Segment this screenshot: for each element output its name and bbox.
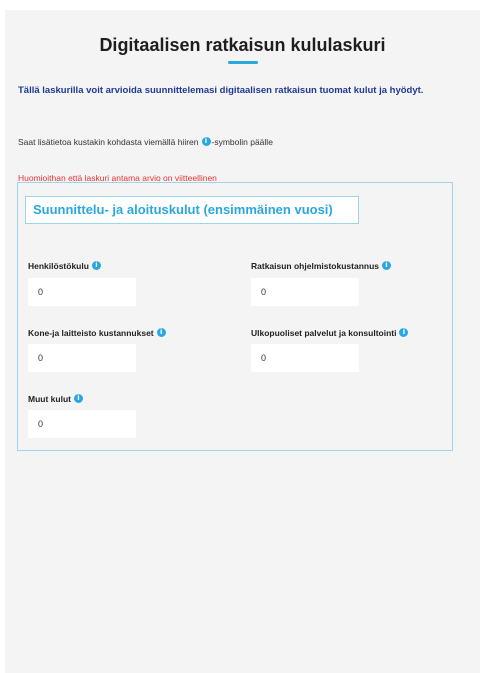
- info-icon[interactable]: i: [382, 261, 391, 270]
- intro-text: Tällä laskurilla voit arvioida suunnitte…: [18, 85, 424, 96]
- field-label-text: Muut kulut: [28, 394, 71, 404]
- field-label-text: Kone-ja laitteisto kustannukset: [28, 328, 154, 338]
- ohjelmistokustannus-input[interactable]: [251, 278, 359, 306]
- info-icon: i: [201, 137, 211, 146]
- field-label-text: Henkilöstökulu: [28, 261, 89, 271]
- info-icon[interactable]: i: [399, 328, 409, 337]
- info-icon[interactable]: i: [156, 328, 166, 337]
- muut-input[interactable]: [28, 410, 136, 438]
- info-icon[interactable]: i: [73, 394, 83, 403]
- info-icon[interactable]: i: [91, 261, 101, 270]
- field-label-muut: Muut kulut i: [28, 394, 83, 404]
- field-label-ohjelmistokustannus: Ratkaisun ohjelmistokustannus i: [251, 261, 391, 271]
- laitteisto-input[interactable]: [28, 344, 136, 372]
- field-label-henkilostokulu: Henkilöstökulu i: [28, 261, 101, 271]
- calculator-page: Digitaalisen ratkaisun kululaskuri Tällä…: [5, 10, 480, 673]
- field-label-text: Ulkopuoliset palvelut ja konsultointi: [251, 328, 397, 338]
- henkilostokulu-input[interactable]: [28, 278, 136, 306]
- ulkopuoliset-input[interactable]: [251, 344, 359, 372]
- field-label-laitteisto: Kone-ja laitteisto kustannukset i: [28, 328, 166, 338]
- field-label-ulkopuoliset: Ulkopuoliset palvelut ja konsultointi i: [251, 328, 409, 338]
- info-hint: Saat lisätietoa kustakin kohdasta viemäl…: [18, 137, 273, 147]
- info-hint-text-before: Saat lisätietoa kustakin kohdasta viemäl…: [18, 137, 199, 147]
- title-underline: [228, 61, 258, 64]
- section-title: Suunnittelu- ja aloituskulut (ensimmäine…: [25, 196, 359, 224]
- field-label-text: Ratkaisun ohjelmistokustannus: [251, 261, 379, 271]
- info-hint-text-after: -symbolin päälle: [211, 137, 273, 147]
- page-title: Digitaalisen ratkaisun kululaskuri: [99, 35, 386, 55]
- cost-section-panel: Suunnittelu- ja aloituskulut (ensimmäine…: [17, 182, 453, 451]
